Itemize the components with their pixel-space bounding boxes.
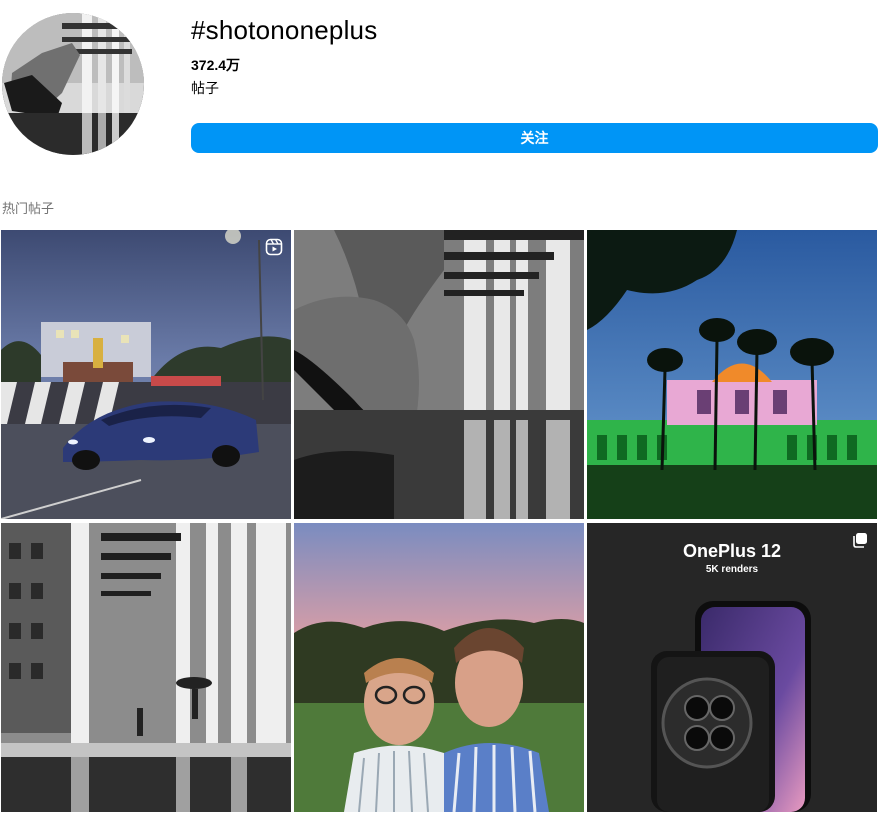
post-tile[interactable]: [294, 523, 584, 812]
post-count-label: 帖子: [191, 80, 219, 96]
post-image: [294, 230, 584, 519]
post-tile[interactable]: [1, 230, 291, 519]
hashtag-avatar: [2, 13, 144, 155]
post-image: [294, 523, 584, 812]
post-image: [1, 230, 291, 519]
post-image: [587, 230, 877, 519]
promo-title: OnePlus 12: [682, 541, 782, 561]
top-posts-heading: 热门帖子: [2, 201, 55, 216]
hashtag-title: #shotononeplus: [191, 15, 378, 45]
posts-grid: OnePlus 12 5K renders: [1, 230, 878, 813]
follow-button[interactable]: 关注: [191, 123, 878, 153]
post-count: 372.4万: [191, 57, 241, 73]
post-tile[interactable]: [587, 230, 877, 519]
carousel-icon: [851, 531, 869, 549]
post-image: [1, 523, 291, 812]
avatar-image: [2, 13, 144, 155]
post-tile[interactable]: [1, 523, 291, 812]
hashtag-header: #shotononeplus 372.4万 帖子 关注: [0, 0, 878, 170]
reels-icon: [265, 238, 283, 256]
promo-subtitle: 5K renders: [705, 564, 759, 575]
post-tile[interactable]: [294, 230, 584, 519]
post-tile[interactable]: OnePlus 12 5K renders: [587, 523, 877, 812]
